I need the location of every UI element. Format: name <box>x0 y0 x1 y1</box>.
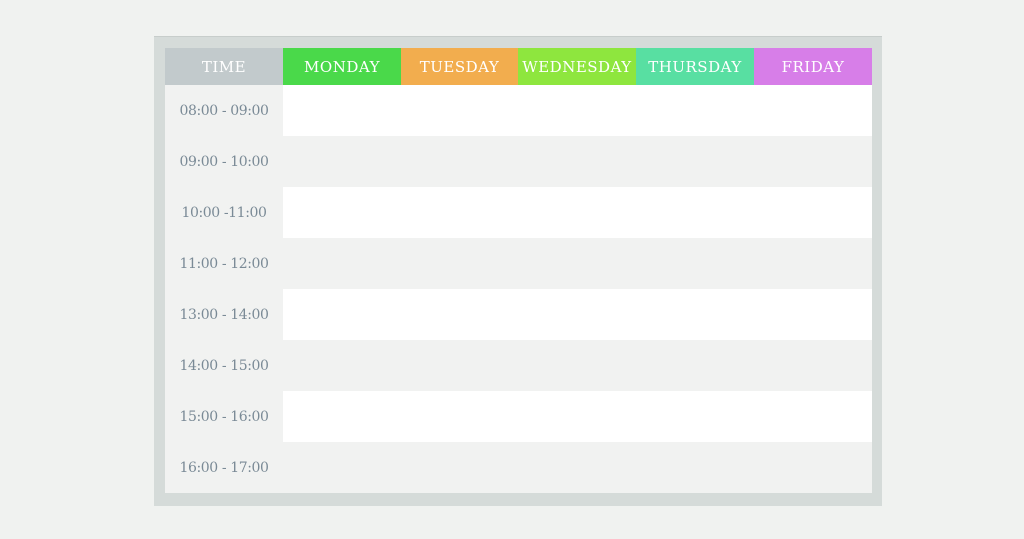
slot-cell-monday[interactable] <box>283 289 401 340</box>
slot-cell-tuesday[interactable] <box>401 289 518 340</box>
header-thursday: THURSDAY <box>636 48 754 85</box>
time-slot-label: 09:00 - 10:00 <box>165 136 283 187</box>
slot-cell-monday[interactable] <box>283 391 401 442</box>
slot-cell-friday[interactable] <box>754 187 872 238</box>
slot-cell-wednesday[interactable] <box>518 238 636 289</box>
slot-cell-monday[interactable] <box>283 442 401 493</box>
slot-cell-tuesday[interactable] <box>401 340 518 391</box>
slot-cell-friday[interactable] <box>754 136 872 187</box>
time-slot-label: 15:00 - 16:00 <box>165 391 283 442</box>
header-tuesday: TUESDAY <box>401 48 518 85</box>
slot-cell-monday[interactable] <box>283 340 401 391</box>
slot-cell-friday[interactable] <box>754 238 872 289</box>
time-slot-label: 10:00 -11:00 <box>165 187 283 238</box>
time-slot-label: 16:00 - 17:00 <box>165 442 283 493</box>
slot-cell-tuesday[interactable] <box>401 442 518 493</box>
slot-cell-thursday[interactable] <box>636 85 754 136</box>
slot-cell-friday[interactable] <box>754 442 872 493</box>
slot-cell-tuesday[interactable] <box>401 85 518 136</box>
slot-cell-tuesday[interactable] <box>401 391 518 442</box>
time-slot-label: 08:00 - 09:00 <box>165 85 283 136</box>
slot-cell-friday[interactable] <box>754 391 872 442</box>
slot-cell-monday[interactable] <box>283 238 401 289</box>
slot-cell-wednesday[interactable] <box>518 136 636 187</box>
slot-cell-wednesday[interactable] <box>518 442 636 493</box>
time-slot-label: 11:00 - 12:00 <box>165 238 283 289</box>
slot-cell-thursday[interactable] <box>636 289 754 340</box>
slot-cell-monday[interactable] <box>283 187 401 238</box>
slot-cell-thursday[interactable] <box>636 238 754 289</box>
slot-cell-tuesday[interactable] <box>401 136 518 187</box>
slot-cell-friday[interactable] <box>754 85 872 136</box>
slot-cell-thursday[interactable] <box>636 136 754 187</box>
slot-cell-thursday[interactable] <box>636 340 754 391</box>
slot-cell-tuesday[interactable] <box>401 187 518 238</box>
slot-cell-tuesday[interactable] <box>401 238 518 289</box>
slot-cell-wednesday[interactable] <box>518 289 636 340</box>
time-slot-label: 13:00 - 14:00 <box>165 289 283 340</box>
slot-cell-friday[interactable] <box>754 289 872 340</box>
header-friday: FRIDAY <box>754 48 872 85</box>
time-slot-label: 14:00 - 15:00 <box>165 340 283 391</box>
slot-cell-thursday[interactable] <box>636 187 754 238</box>
header-wednesday: WEDNESDAY <box>518 48 636 85</box>
header-monday: MONDAY <box>283 48 401 85</box>
slot-cell-wednesday[interactable] <box>518 391 636 442</box>
slot-cell-thursday[interactable] <box>636 391 754 442</box>
timetable-grid: TIME MONDAY TUESDAY WEDNESDAY THURSDAY F… <box>165 48 872 493</box>
slot-cell-wednesday[interactable] <box>518 187 636 238</box>
timetable-board: TIME MONDAY TUESDAY WEDNESDAY THURSDAY F… <box>154 36 882 506</box>
slot-cell-monday[interactable] <box>283 85 401 136</box>
slot-cell-wednesday[interactable] <box>518 340 636 391</box>
header-time: TIME <box>165 48 283 85</box>
slot-cell-friday[interactable] <box>754 340 872 391</box>
slot-cell-monday[interactable] <box>283 136 401 187</box>
slot-cell-wednesday[interactable] <box>518 85 636 136</box>
slot-cell-thursday[interactable] <box>636 442 754 493</box>
